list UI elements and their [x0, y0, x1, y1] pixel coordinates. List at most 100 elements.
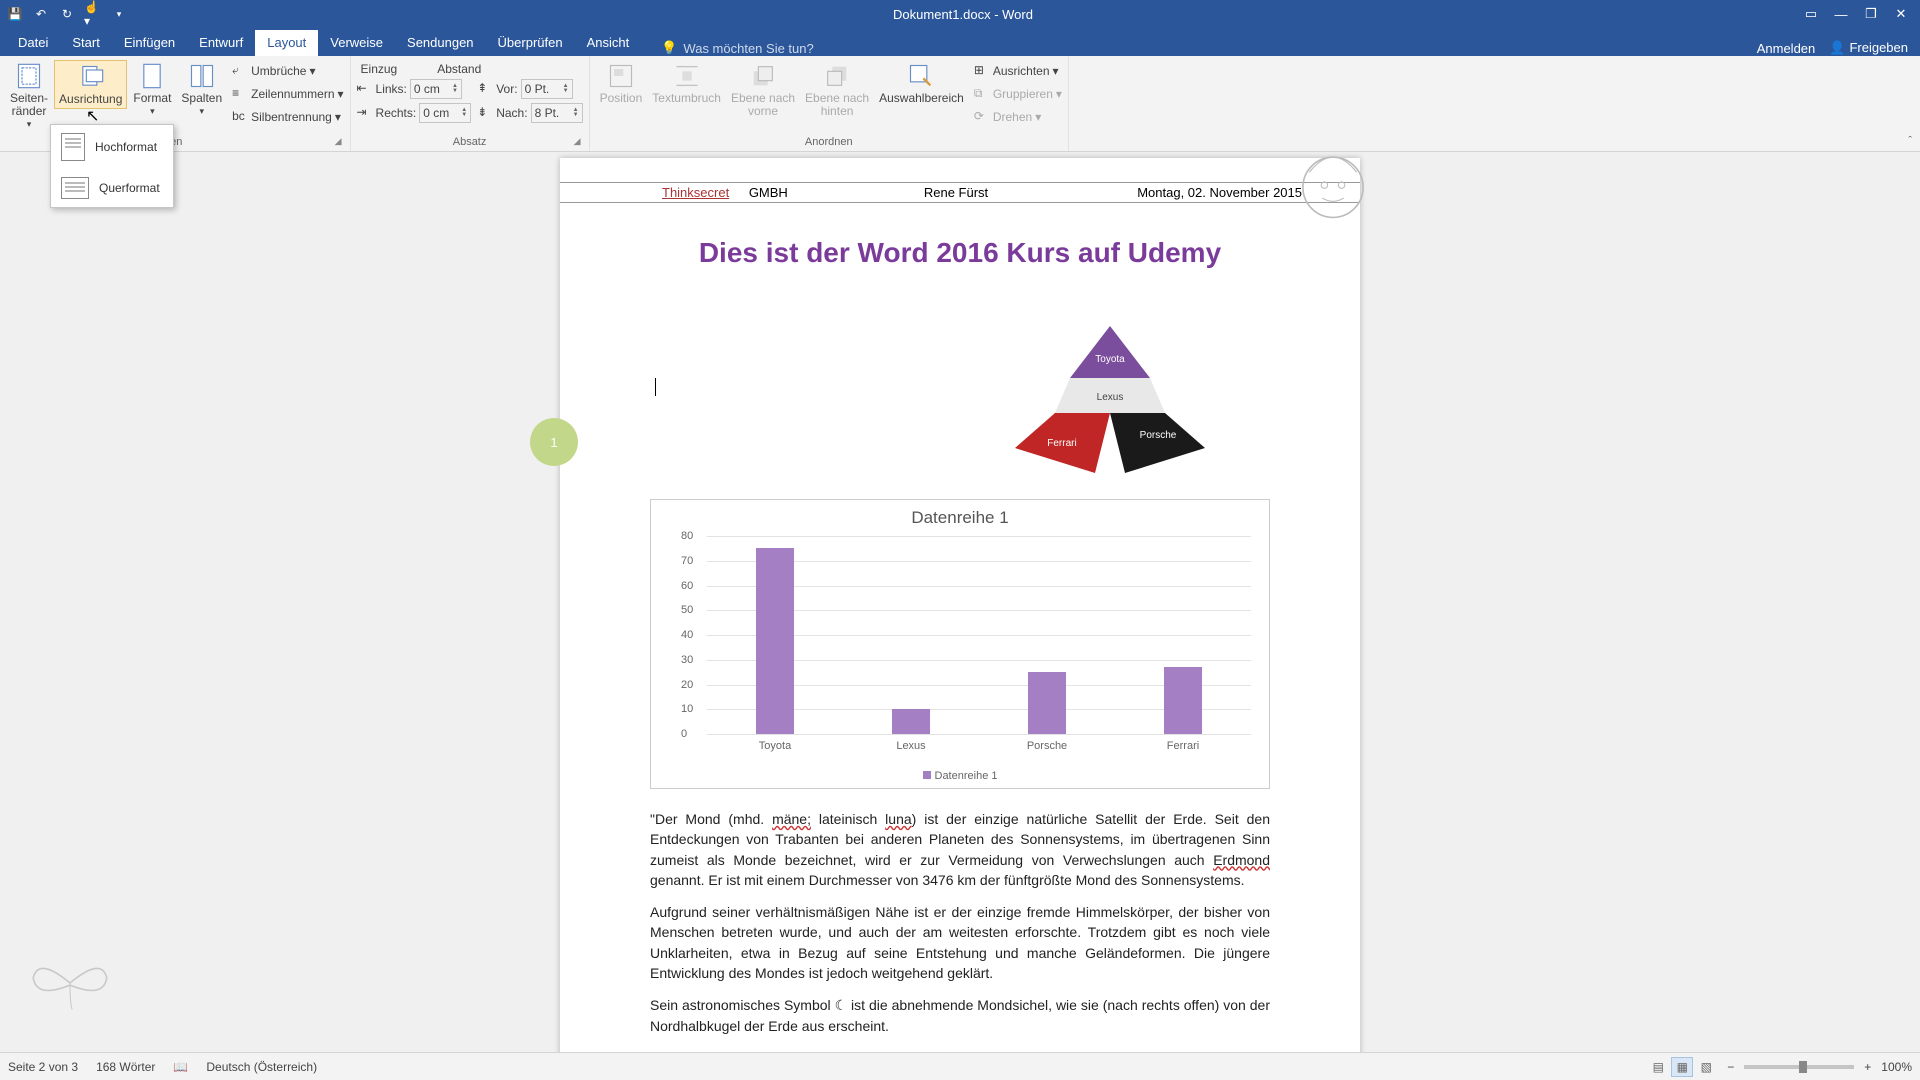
quick-access-toolbar: 💾 ↶ ↻ ☝▾ ▾ — [0, 5, 128, 23]
tab-start[interactable]: Start — [60, 30, 111, 56]
maximize-icon[interactable]: ❐ — [1858, 4, 1884, 24]
text-cursor — [655, 378, 656, 396]
group-paragraph: Einzug Abstand ⇤Links:0 cm▲▼ ⇥Rechts:0 c… — [351, 56, 590, 151]
line-numbers-button[interactable]: ≡Zeilennummern ▾ — [232, 83, 343, 105]
redo-icon[interactable]: ↻ — [58, 5, 76, 23]
document-title: Dies ist der Word 2016 Kurs auf Udemy — [560, 237, 1360, 269]
indent-right-input[interactable]: 0 cm▲▼ — [419, 103, 471, 123]
position-icon — [607, 62, 635, 90]
zoom-level[interactable]: 100% — [1881, 1060, 1912, 1074]
spacing-before-input[interactable]: 0 Pt.▲▼ — [521, 79, 573, 99]
group-icon: ⧉ — [974, 86, 990, 102]
zoom-slider[interactable] — [1744, 1065, 1854, 1069]
indent-right-icon: ⇥ — [357, 105, 373, 121]
indent-left-input[interactable]: 0 cm▲▼ — [410, 79, 462, 99]
selection-pane-button[interactable]: Auswahlbereich — [875, 60, 968, 107]
tab-datei[interactable]: Datei — [6, 30, 60, 56]
zoom-out-icon[interactable]: − — [1727, 1060, 1734, 1074]
orientation-portrait[interactable]: Hochformat — [51, 125, 173, 169]
status-wordcount[interactable]: 168 Wörter — [96, 1060, 155, 1074]
line-numbers-icon: ≡ — [232, 86, 248, 102]
ribbon: Seiten- ränder▾ Ausrichtung Format▾ Spal… — [0, 56, 1920, 152]
spacing-label: Abstand — [437, 62, 481, 76]
page-number-orb: 1 — [530, 418, 578, 466]
undo-icon[interactable]: ↶ — [32, 5, 50, 23]
bar-chart[interactable]: Datenreihe 1 01020304050607080ToyotaLexu… — [650, 499, 1270, 789]
qat-more-icon[interactable]: ▾ — [110, 5, 128, 23]
legend-swatch — [923, 771, 931, 779]
tab-entwurf[interactable]: Entwurf — [187, 30, 255, 56]
spacing-before-icon: ⇞ — [477, 81, 493, 97]
spacing-after-icon: ⇟ — [477, 105, 493, 121]
hyphenation-icon: bc — [232, 109, 248, 125]
svg-text:Porsche: Porsche — [1140, 430, 1177, 441]
hyphenation-button[interactable]: bcSilbentrennung ▾ — [232, 106, 343, 128]
chart-plot-area: 01020304050607080ToyotaLexusPorscheFerra… — [707, 536, 1251, 734]
align-icon: ⊞ — [974, 63, 990, 79]
rotate-icon: ⟳ — [974, 109, 990, 125]
zoom-in-icon[interactable]: + — [1864, 1060, 1871, 1074]
margins-button[interactable]: Seiten- ränder▾ — [6, 60, 52, 132]
web-layout-icon[interactable]: ▧ — [1695, 1057, 1717, 1077]
landscape-icon — [61, 177, 89, 199]
text-wrap-icon — [673, 62, 701, 90]
save-icon[interactable]: 💾 — [6, 5, 24, 23]
tab-sendungen[interactable]: Sendungen — [395, 30, 486, 56]
svg-text:Ferrari: Ferrari — [1047, 438, 1076, 449]
page: Thinksecret GMBH Rene Fürst Montag, 02. … — [560, 158, 1360, 1052]
size-icon — [138, 62, 166, 90]
window-title: Dokument1.docx - Word — [128, 7, 1798, 22]
chart-title: Datenreihe 1 — [651, 500, 1269, 532]
tellme-input[interactable] — [683, 41, 943, 56]
breaks-button[interactable]: ⤶Umbrüche ▾ — [232, 60, 343, 82]
rotate-button: ⟳Drehen ▾ — [974, 106, 1062, 128]
statusbar: Seite 2 von 3 168 Wörter 📖 Deutsch (Öste… — [0, 1052, 1920, 1080]
body-text[interactable]: "Der Mond (mhd. mäne; lateinisch luna) i… — [650, 809, 1270, 1036]
svg-text:Lexus: Lexus — [1097, 392, 1124, 403]
tab-ansicht[interactable]: Ansicht — [575, 30, 642, 56]
send-backward-icon — [823, 62, 851, 90]
orientation-button[interactable]: Ausrichtung — [54, 60, 127, 109]
status-language[interactable]: Deutsch (Österreich) — [206, 1060, 317, 1074]
tab-layout[interactable]: Layout — [255, 30, 318, 56]
indent-label: Einzug — [361, 62, 398, 76]
minimize-icon[interactable]: — — [1828, 4, 1854, 24]
selection-pane-icon — [907, 62, 935, 90]
position-button: Position — [596, 60, 647, 107]
anmelden-link[interactable]: Anmelden — [1757, 41, 1816, 56]
collapse-ribbon-icon[interactable]: ˆ — [1908, 135, 1912, 147]
group-arrange: Position Textumbruch Ebene nach vorne Eb… — [590, 56, 1069, 151]
document-area[interactable]: Thinksecret GMBH Rene Fürst Montag, 02. … — [0, 152, 1920, 1052]
freigeben-button[interactable]: 👤Freigeben — [1829, 40, 1908, 56]
columns-button[interactable]: Spalten▾ — [177, 60, 226, 119]
ribbon-tabs: Datei Start Einfügen Entwurf Layout Verw… — [0, 28, 1920, 56]
bring-forward-button: Ebene nach vorne — [727, 60, 799, 120]
orientation-menu: Hochformat Querformat — [50, 124, 174, 208]
close-icon[interactable]: ✕ — [1888, 4, 1914, 24]
header-logo — [1290, 152, 1376, 226]
status-page[interactable]: Seite 2 von 3 — [8, 1060, 78, 1074]
size-button[interactable]: Format▾ — [129, 60, 175, 119]
tab-ueberpruefen[interactable]: Überprüfen — [486, 30, 575, 56]
group-label-absatz: Absatz◢ — [357, 134, 583, 151]
portrait-icon — [61, 133, 85, 161]
send-backward-button: Ebene nach hinten — [801, 60, 873, 120]
ribbon-display-icon[interactable]: ▭ — [1798, 4, 1824, 24]
pyramid-chart[interactable]: Toyota Lexus Ferrari Porsche — [1000, 318, 1220, 488]
status-proofing-icon[interactable]: 📖 — [173, 1060, 188, 1074]
dialog-launcher-icon[interactable]: ◢ — [335, 136, 342, 147]
tab-einfuegen[interactable]: Einfügen — [112, 30, 187, 56]
orientation-landscape[interactable]: Querformat — [51, 169, 173, 207]
window-controls: ▭ — ❐ ✕ — [1798, 4, 1920, 24]
tab-verweise[interactable]: Verweise — [318, 30, 395, 56]
align-button[interactable]: ⊞Ausrichten ▾ — [974, 60, 1062, 82]
spacing-after-input[interactable]: 8 Pt.▲▼ — [531, 103, 583, 123]
print-layout-icon[interactable]: ▦ — [1671, 1057, 1693, 1077]
view-buttons: ▤ ▦ ▧ — [1647, 1057, 1717, 1077]
dialog-launcher-icon[interactable]: ◢ — [574, 136, 581, 147]
read-mode-icon[interactable]: ▤ — [1647, 1057, 1669, 1077]
titlebar: 💾 ↶ ↻ ☝▾ ▾ Dokument1.docx - Word ▭ — ❐ ✕ — [0, 0, 1920, 28]
touch-mode-icon[interactable]: ☝▾ — [84, 5, 102, 23]
tellme-search[interactable]: 💡 — [641, 40, 1756, 56]
breaks-icon: ⤶ — [232, 63, 248, 79]
